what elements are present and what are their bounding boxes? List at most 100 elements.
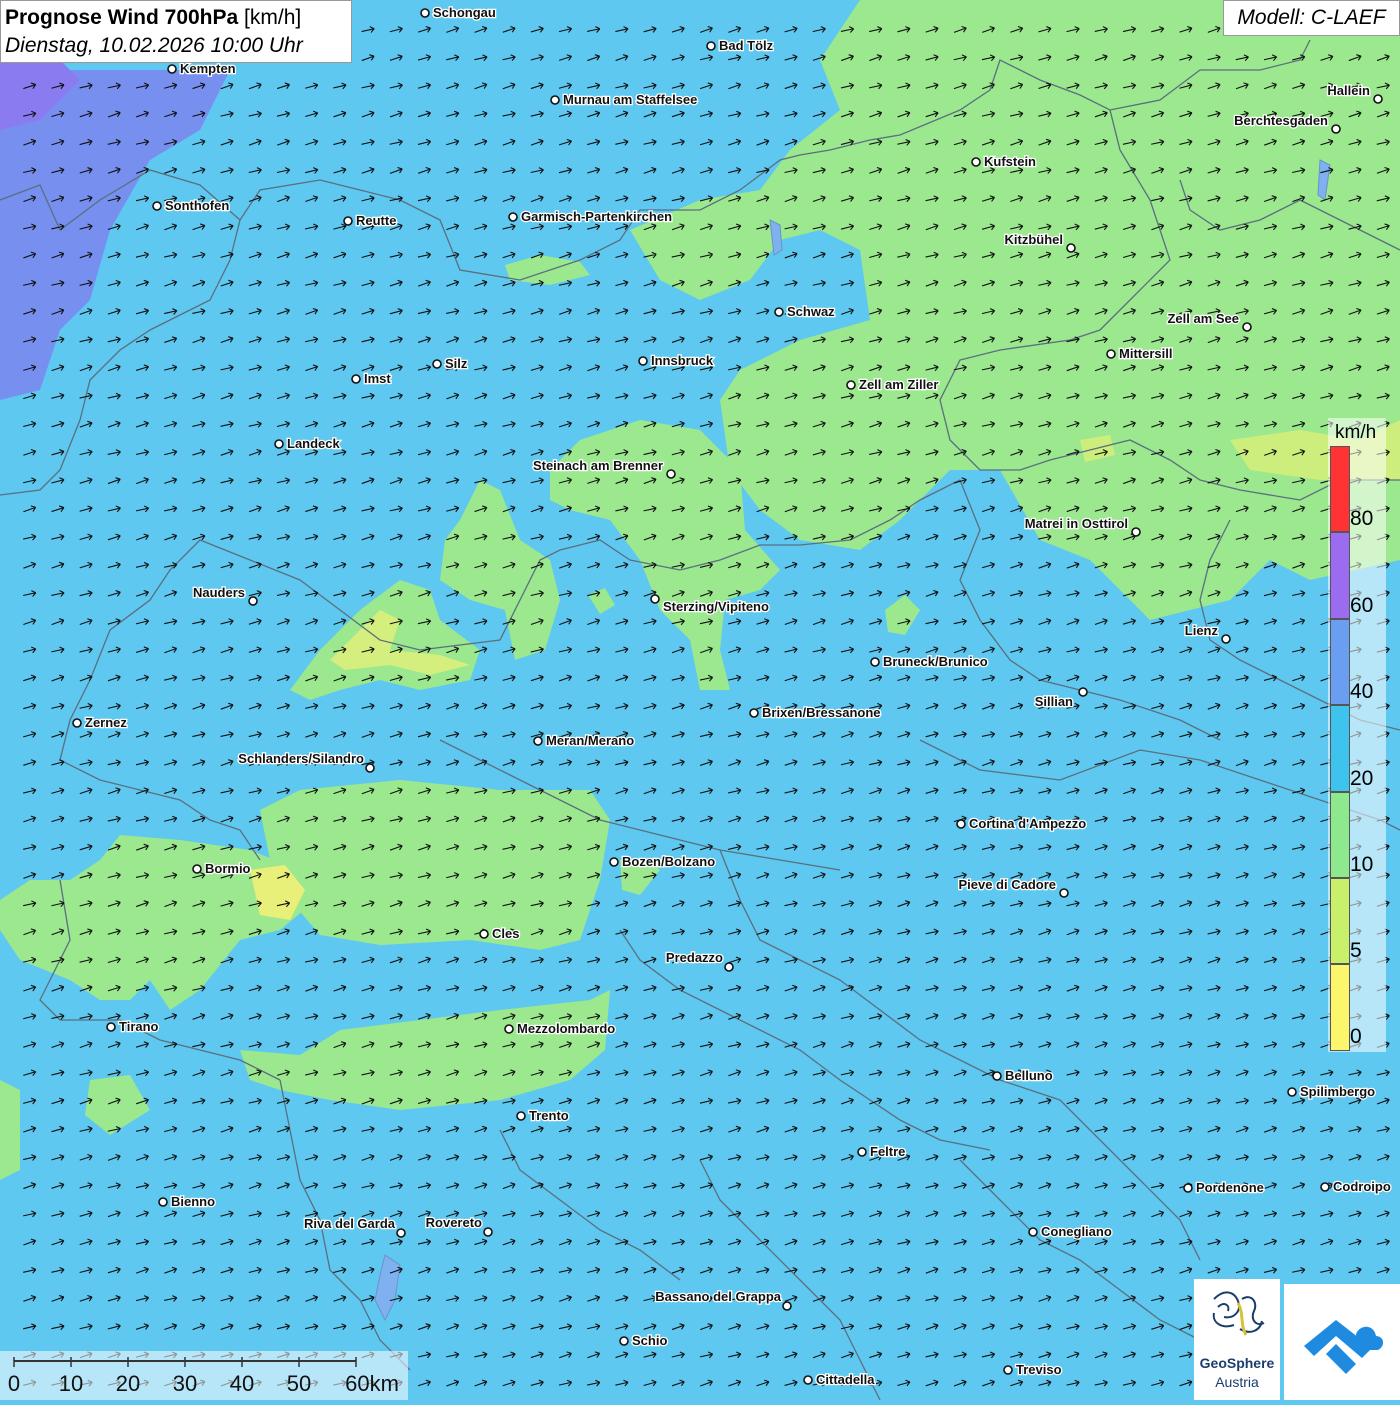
city-marker — [1078, 687, 1088, 697]
legend-tick-label: 10 — [1350, 853, 1374, 876]
city-marker — [1003, 1365, 1013, 1375]
city-marker — [666, 469, 676, 479]
city-marker — [956, 819, 966, 829]
city-label: Belluno — [1005, 1068, 1053, 1083]
city-zell-am-ziller: Zell am Ziller — [846, 376, 940, 393]
scale-label: 60km — [345, 1371, 399, 1396]
city-label: Predazzo — [666, 950, 723, 965]
city-murnau-am-staffelsee: Murnau am Staffelsee — [550, 91, 699, 108]
city-marker — [483, 1227, 493, 1237]
legend-swatch — [1330, 791, 1350, 878]
scale-bar-graphic: 0 10 20 30 40 50 60km — [8, 1357, 399, 1396]
city-marker — [508, 212, 518, 222]
city-label: Schongau — [433, 5, 496, 20]
city-brixen-bressanone: Brixen/Bressanone — [749, 704, 882, 721]
city-label: Mittersill — [1119, 346, 1172, 361]
legend-tick-label: 60 — [1350, 594, 1374, 617]
city-marker — [971, 157, 981, 167]
city-marker — [803, 1375, 813, 1385]
legend-swatch — [1330, 618, 1350, 706]
forecast-datetime: Dienstag, 10.02.2026 10:00 Uhr — [5, 34, 303, 57]
zone-low-wind-south-central — [260, 780, 610, 950]
city-label: Cortina d'Ampezzo — [969, 816, 1086, 831]
city-marker — [192, 864, 202, 874]
city-marker — [706, 41, 716, 51]
city-sonthofen: Sonthofen — [152, 197, 231, 214]
city-label: Spilimbergo — [1300, 1084, 1375, 1099]
city-label: Kufstein — [984, 154, 1036, 169]
city-label: Steinach am Brenner — [533, 458, 663, 473]
city-label: Lienz — [1185, 623, 1219, 638]
cloud-app-icon[interactable] — [1284, 1284, 1400, 1400]
city-label: Schlanders/Silandro — [238, 751, 364, 766]
legend-unit: km/h — [1335, 422, 1377, 443]
city-label: Mezzolombardo — [517, 1021, 615, 1036]
city-label: Meran/Merano — [546, 733, 634, 748]
city-marker — [782, 1301, 792, 1311]
city-label: Tirano — [119, 1019, 159, 1034]
city-marker — [504, 1024, 514, 1034]
map-title-text: Prognose Wind 700hPa — [5, 6, 239, 29]
city-marker — [650, 594, 660, 604]
city-marker — [638, 356, 648, 366]
city-label: Feltre — [870, 1144, 905, 1159]
map-title-unit: [km/h] — [244, 6, 302, 29]
city-marker — [106, 1022, 116, 1032]
city-garmisch-partenkirchen: Garmisch-Partenkirchen — [508, 208, 673, 225]
wind-map[interactable]: Schongau Bad Tölz Kempten Murnau am Staffel… — [0, 0, 1400, 1400]
city-label: Riva del Garda — [304, 1216, 396, 1231]
city-marker — [167, 64, 177, 74]
city-marker — [870, 657, 880, 667]
scale-label: 10 — [59, 1371, 83, 1396]
legend-swatch — [1330, 446, 1350, 533]
city-marker — [1331, 124, 1341, 134]
city-label: Cles — [492, 926, 519, 941]
city-label: Sonthofen — [165, 198, 229, 213]
city-meran-merano: Meran/Merano — [533, 732, 635, 749]
scale-bar: 0 10 20 30 40 50 60km — [0, 1351, 408, 1400]
city-marker — [152, 201, 162, 211]
legend-tick-label: 80 — [1350, 507, 1374, 530]
city-label: Zell am Ziller — [859, 377, 938, 392]
map-title: Prognose Wind 700hPa [km/h] — [5, 4, 351, 32]
city-spilimbergo: Spilimbergo — [1287, 1083, 1376, 1100]
city-label: Imst — [364, 371, 391, 386]
city-label: Hallein — [1327, 83, 1370, 98]
legend-tick-label: 40 — [1350, 680, 1374, 703]
city-label: Rovereto — [426, 1215, 482, 1230]
city-label: Bienno — [171, 1194, 215, 1209]
city-label: Kitzbühel — [1005, 232, 1064, 247]
city-marker — [619, 1336, 629, 1346]
legend-swatch — [1330, 532, 1350, 619]
city-label: Zell am See — [1167, 311, 1239, 326]
city-label: Bad Tölz — [719, 38, 774, 53]
city-label: Bozen/Bolzano — [622, 854, 715, 869]
legend-swatch — [1330, 705, 1350, 792]
city-label: Schio — [632, 1333, 667, 1348]
city-schongau: Schongau — [420, 4, 497, 21]
city-label: Garmisch-Partenkirchen — [521, 209, 672, 224]
scale-label: 50 — [287, 1371, 311, 1396]
city-label: Innsbruck — [651, 353, 714, 368]
city-marker — [274, 439, 284, 449]
geosphere-logo: GeoSphere Austria — [1194, 1279, 1280, 1400]
city-label: Conegliano — [1041, 1224, 1112, 1239]
city-marker — [1242, 322, 1252, 332]
city-innsbruck: Innsbruck — [638, 352, 715, 369]
city-marker — [343, 216, 353, 226]
legend-tick-label: 0 — [1350, 1025, 1362, 1048]
city-label: Sillian — [1035, 694, 1073, 709]
city-marker — [396, 1228, 406, 1238]
city-marker — [749, 708, 759, 718]
city-label: Codroipo — [1333, 1179, 1391, 1194]
city-marker — [533, 736, 543, 746]
city-marker — [992, 1071, 1002, 1081]
city-label: Berchtesgaden — [1234, 113, 1328, 128]
logo-line1: GeoSphere — [1199, 1355, 1275, 1371]
city-marker — [1320, 1182, 1330, 1192]
city-marker — [479, 929, 489, 939]
city-label: Zernez — [85, 715, 127, 730]
city-marker — [550, 95, 560, 105]
city-label: Kempten — [180, 61, 236, 76]
legend-swatch — [1330, 878, 1350, 965]
